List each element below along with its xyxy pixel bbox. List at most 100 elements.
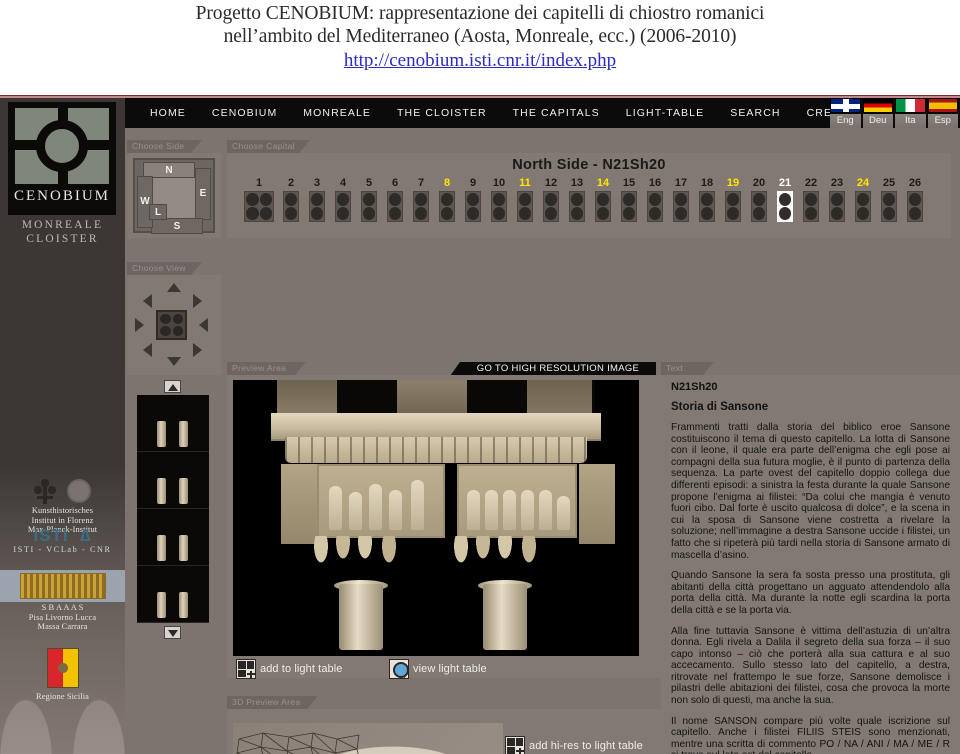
view-arrow-south-icon[interactable] — [167, 357, 181, 366]
slide-title-line-1: Progetto CENOBIUM: rappresentazione dei … — [195, 3, 765, 24]
view-arrow-southwest-icon[interactable] — [143, 343, 152, 357]
capital-number: 16 — [648, 177, 662, 189]
description-paragraph: Quando Sansone la sera fa sosta presso u… — [671, 570, 950, 616]
capital-thumb-icon — [647, 191, 663, 222]
capital-number: 6 — [391, 177, 399, 189]
choose-view-tab[interactable]: Choose View — [127, 262, 202, 275]
choose-capital-tab[interactable]: Choose Capital — [227, 140, 310, 153]
view-arrow-northeast-icon[interactable] — [193, 294, 202, 308]
language-tab-ita[interactable]: Ita — [895, 114, 926, 128]
thumbnail-item[interactable] — [137, 566, 209, 623]
partner-regione-sicilia[interactable]: Regione Sicilia — [0, 648, 125, 702]
thumbnail-item[interactable] — [137, 452, 209, 509]
capital-number: 4 — [339, 177, 347, 189]
language-tab-eng[interactable]: Eng — [830, 114, 861, 128]
capital-button-10[interactable]: 10 — [489, 177, 509, 222]
capital-number: 2 — [287, 177, 295, 189]
thumbnail-item[interactable] — [137, 509, 209, 566]
description-paragraph: Alla fine tuttavia Sansone è vittima del… — [671, 625, 950, 707]
capital-number: 19 — [726, 177, 740, 189]
capital-thumb-icon — [621, 191, 637, 222]
germany-flag-icon[interactable] — [862, 98, 893, 113]
thumbnail-scroll-down-button[interactable] — [164, 626, 181, 639]
add-hires-to-light-table-button[interactable]: add hi-res to light table — [505, 736, 643, 754]
capital-button-5[interactable]: 5 — [359, 177, 379, 222]
preview-3d-tab[interactable]: 3D Preview Area — [227, 696, 318, 709]
nav-item-search[interactable]: SEARCH — [717, 107, 793, 119]
thumbnail-item[interactable] — [137, 395, 209, 452]
capital-button-13[interactable]: 13 — [567, 177, 587, 222]
view-arrow-north-icon[interactable] — [167, 283, 181, 292]
max-planck-icon — [66, 479, 91, 503]
partner-sbaaas[interactable] — [0, 570, 125, 602]
capital-button-16[interactable]: 16 — [645, 177, 665, 222]
cloister-plan-map[interactable]: N E S W L — [133, 158, 215, 234]
capital-button-25[interactable]: 25 — [879, 177, 899, 222]
capital-button-22[interactable]: 22 — [801, 177, 821, 222]
capital-button-17[interactable]: 17 — [671, 177, 691, 222]
capital-button-7[interactable]: 7 — [411, 177, 431, 222]
view-light-table-button[interactable]: view light table — [389, 659, 487, 679]
view-arrow-west-icon[interactable] — [135, 318, 144, 332]
capital-button-11[interactable]: 11 — [515, 177, 535, 222]
nav-item-the-cloister[interactable]: THE CLOISTER — [384, 107, 500, 119]
text-panel-tab[interactable]: Text — [661, 362, 714, 375]
project-url-link[interactable]: http://cenobium.isti.cnr.it/index.php — [0, 48, 960, 74]
capital-button-2[interactable]: 2 — [281, 177, 301, 222]
capital-button-4[interactable]: 4 — [333, 177, 353, 222]
cenobium-logo[interactable]: CENOBIUM — [8, 102, 116, 215]
nav-item-the-capitals[interactable]: THE CAPITALS — [500, 107, 613, 119]
capital-number: 12 — [544, 177, 558, 189]
capital-button-23[interactable]: 23 — [827, 177, 847, 222]
capital-button-3[interactable]: 3 — [307, 177, 327, 222]
capital-button-26[interactable]: 26 — [905, 177, 925, 222]
view-arrow-east-icon[interactable] — [199, 318, 208, 332]
capital-button-9[interactable]: 9 — [463, 177, 483, 222]
capital-button-6[interactable]: 6 — [385, 177, 405, 222]
main-navigation: HOME CENOBIUM MONREALE THE CLOISTER THE CAPI… — [125, 98, 859, 128]
view-arrow-southeast-icon[interactable] — [193, 343, 202, 357]
view-arrow-northwest-icon[interactable] — [143, 294, 152, 308]
uk-flag-icon[interactable] — [830, 98, 861, 113]
capital-thumb-icon — [777, 191, 793, 222]
capital-number: 21 — [778, 177, 792, 189]
language-tab-deu[interactable]: Deu — [862, 114, 893, 128]
capital-button-12[interactable]: 12 — [541, 177, 561, 222]
choose-side-tab[interactable]: Choose Side — [127, 140, 202, 153]
capital-button-24[interactable]: 24 — [853, 177, 873, 222]
add-to-light-table-button[interactable]: add to light table — [236, 659, 343, 679]
spain-flag-icon[interactable] — [927, 98, 958, 113]
capital-button-19[interactable]: 19 — [723, 177, 743, 222]
capital-number: 3 — [313, 177, 321, 189]
side-segment-east[interactable]: E — [195, 168, 211, 220]
capital-button-18[interactable]: 18 — [697, 177, 717, 222]
nav-item-home[interactable]: HOME — [137, 107, 199, 119]
capital-thumb-icon — [413, 191, 429, 222]
capital-thumb-icon — [439, 191, 455, 222]
thumbnail-scroll-up-button[interactable] — [164, 380, 181, 393]
side-segment-west[interactable]: W — [137, 176, 153, 228]
go-to-high-resolution-image-button[interactable]: GO TO HIGH RESOLUTION IMAGE — [450, 362, 656, 376]
capital-button-20[interactable]: 20 — [749, 177, 769, 222]
side-segment-lavabo[interactable]: L — [149, 204, 167, 220]
3d-mesh-preview[interactable] — [233, 723, 503, 754]
nav-item-light-table[interactable]: LIGHT-TABLE — [613, 107, 717, 119]
preview-area-panel — [227, 375, 661, 678]
language-tab-esp[interactable]: Esp — [927, 114, 958, 128]
capital-button-15[interactable]: 15 — [619, 177, 639, 222]
preview-area-tab[interactable]: Preview Area — [227, 362, 306, 375]
add-to-light-table-icon — [236, 659, 256, 679]
capital-photo[interactable] — [233, 380, 639, 656]
partner-isti-vclab-cnr[interactable]: ISTI ∆ ISTI - VCLab - CNR — [0, 526, 125, 555]
capital-button-1[interactable]: 1 — [243, 177, 275, 222]
italy-flag-icon[interactable] — [895, 98, 926, 113]
add-hires-label: add hi-res to light table — [529, 740, 643, 752]
capital-button-21[interactable]: 21 — [775, 177, 795, 222]
capital-selector-row: 1 2 3 4 5 6 7 8 9 10 11 12 13 14 15 16 17 18 19 20 21 22 23 24 2… — [243, 177, 925, 222]
capital-number: 23 — [830, 177, 844, 189]
side-segment-south[interactable]: S — [151, 218, 203, 234]
capital-button-8[interactable]: 8 — [437, 177, 457, 222]
nav-item-monreale[interactable]: MONREALE — [290, 107, 384, 119]
nav-item-cenobium[interactable]: CENOBIUM — [199, 107, 290, 119]
capital-button-14[interactable]: 14 — [593, 177, 613, 222]
